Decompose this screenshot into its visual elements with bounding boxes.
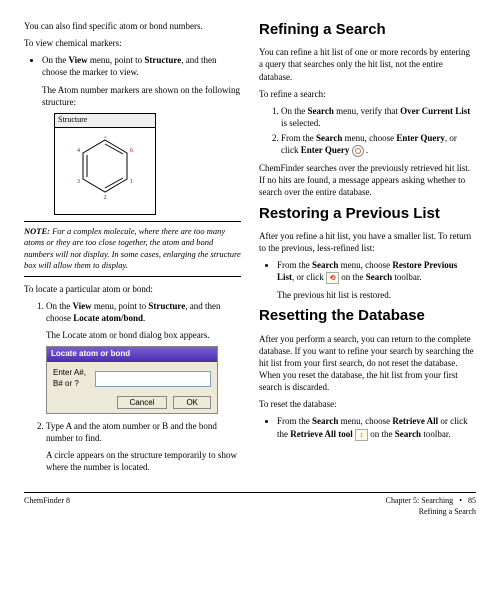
bullet-list: From the Search menu, choose Retrieve Al… <box>259 415 476 440</box>
para: ChemFinder searches over the previously … <box>259 162 476 198</box>
locate-dialog: Locate atom or bond Enter A#, B# or ? Ca… <box>46 346 218 413</box>
para: To locate a particular atom or bond: <box>24 283 241 295</box>
structure-diagram: Structure 5 6 1 2 3 4 <box>54 113 156 215</box>
cancel-button[interactable]: Cancel <box>117 396 168 409</box>
para: You can also find specific atom or bond … <box>24 20 241 32</box>
numbered-list: Type A and the atom number or B and the … <box>24 420 241 444</box>
svg-text:6: 6 <box>130 148 133 154</box>
text: on the <box>368 429 395 439</box>
atom-bond-input[interactable] <box>95 371 211 387</box>
menu-name: Search <box>312 260 338 270</box>
command-name: Retrieve All <box>392 416 438 426</box>
svg-text:2: 2 <box>104 195 107 200</box>
text: menu, choose <box>342 133 396 143</box>
menu-name: View <box>73 301 92 311</box>
note-label: NOTE: <box>24 226 50 236</box>
para-indent: The Atom number markers are shown on the… <box>42 84 241 108</box>
page-columns: You can also find specific atom or bond … <box>24 20 476 478</box>
list-item: On the Search menu, verify that Over Cur… <box>281 105 476 129</box>
section-label: Refining a Search <box>419 507 476 516</box>
submenu-name: Structure <box>148 301 185 311</box>
para: After you perform a search, you can retu… <box>259 333 476 394</box>
right-column: Refining a Search You can refine a hit l… <box>259 20 476 478</box>
text: menu, point to <box>92 301 149 311</box>
note-text: For a complex molecule, where there are … <box>24 226 241 270</box>
dialog-titlebar: Locate atom or bond <box>47 347 217 362</box>
bullet-list: On the View menu, point to Structure, an… <box>24 54 241 78</box>
text: From the <box>281 133 316 143</box>
ok-button[interactable]: OK <box>173 396 211 409</box>
numbered-list: On the View menu, point to Structure, an… <box>24 300 241 324</box>
page-number: 85 <box>468 496 476 505</box>
para: You can refine a hit list of one or more… <box>259 46 476 82</box>
para: To reset the database: <box>259 398 476 410</box>
page-footer: ChemFinder 8 Chapter 5: Searching • 85 R… <box>24 492 476 518</box>
menu-name: Search <box>316 133 342 143</box>
list-item: On the View menu, point to Structure, an… <box>42 54 241 78</box>
para-indent: A circle appears on the structure tempor… <box>46 449 241 473</box>
heading-refining: Refining a Search <box>259 20 476 40</box>
text: From the <box>277 416 312 426</box>
list-item: From the Search menu, choose Restore Pre… <box>277 259 476 284</box>
command-name: Locate atom/bond <box>73 313 143 323</box>
field-label: Enter A#, B# or ? <box>53 368 91 390</box>
toolbar-name: Search <box>395 429 421 439</box>
bullet-list: From the Search menu, choose Restore Pre… <box>259 259 476 284</box>
text: menu, verify that <box>334 106 400 116</box>
numbered-list: On the Search menu, verify that Over Cur… <box>259 105 476 157</box>
list-item: Type A and the atom number or B and the … <box>46 420 241 444</box>
text: menu, point to <box>88 55 145 65</box>
menu-name: Search <box>312 416 338 426</box>
text: is selected. <box>281 118 321 128</box>
note-block: NOTE: For a complex molecule, where ther… <box>24 221 241 277</box>
text: toolbar. <box>421 429 451 439</box>
enter-query-icon <box>352 145 364 157</box>
svg-text:3: 3 <box>77 179 80 185</box>
command-name: Enter Query <box>396 133 445 143</box>
text: On the <box>281 106 308 116</box>
restore-list-icon: ⟲ <box>326 272 339 284</box>
svg-text:1: 1 <box>130 179 133 185</box>
text: on the <box>339 272 366 282</box>
para: After you refine a hit list, you have a … <box>259 230 476 254</box>
left-column: You can also find specific atom or bond … <box>24 20 241 478</box>
chapter-label: Chapter 5: Searching <box>386 496 454 505</box>
footer-left: ChemFinder 8 <box>24 496 70 518</box>
list-item: From the Search menu, choose Enter Query… <box>281 132 476 157</box>
retrieve-all-icon: ↕ <box>355 429 368 441</box>
option-name: Over Current List <box>400 106 470 116</box>
text: . <box>364 145 369 155</box>
heading-restoring: Restoring a Previous List <box>259 204 476 224</box>
text: , or click <box>292 272 326 282</box>
text: On the <box>42 55 69 65</box>
separator: • <box>459 496 462 505</box>
menu-name: Search <box>308 106 334 116</box>
submenu-name: Structure <box>144 55 181 65</box>
list-item: From the Search menu, choose Retrieve Al… <box>277 415 476 440</box>
button-name: Enter Query <box>301 145 350 155</box>
benzene-icon: 5 6 1 2 3 4 <box>77 136 133 200</box>
toolbar-name: Search <box>366 272 392 282</box>
tool-name: Retrieve All tool <box>290 429 352 439</box>
svg-text:5: 5 <box>104 136 107 140</box>
heading-resetting: Resetting the Database <box>259 306 476 326</box>
menu-name: View <box>69 55 88 65</box>
svg-text:4: 4 <box>77 148 80 154</box>
text: menu, choose <box>338 260 392 270</box>
structure-title: Structure <box>55 114 155 128</box>
para: To view chemical markers: <box>24 37 241 49</box>
footer-right: Chapter 5: Searching • 85 Refining a Sea… <box>386 496 476 518</box>
text: From the <box>277 260 312 270</box>
list-item: On the View menu, point to Structure, an… <box>46 300 241 324</box>
text: menu, choose <box>338 416 392 426</box>
para-indent: The previous hit list is restored. <box>277 289 476 301</box>
text: toolbar. <box>392 272 422 282</box>
text: . <box>143 313 145 323</box>
para-indent: The Locate atom or bond dialog box appea… <box>46 329 241 341</box>
para: To refine a search: <box>259 88 476 100</box>
text: On the <box>46 301 73 311</box>
